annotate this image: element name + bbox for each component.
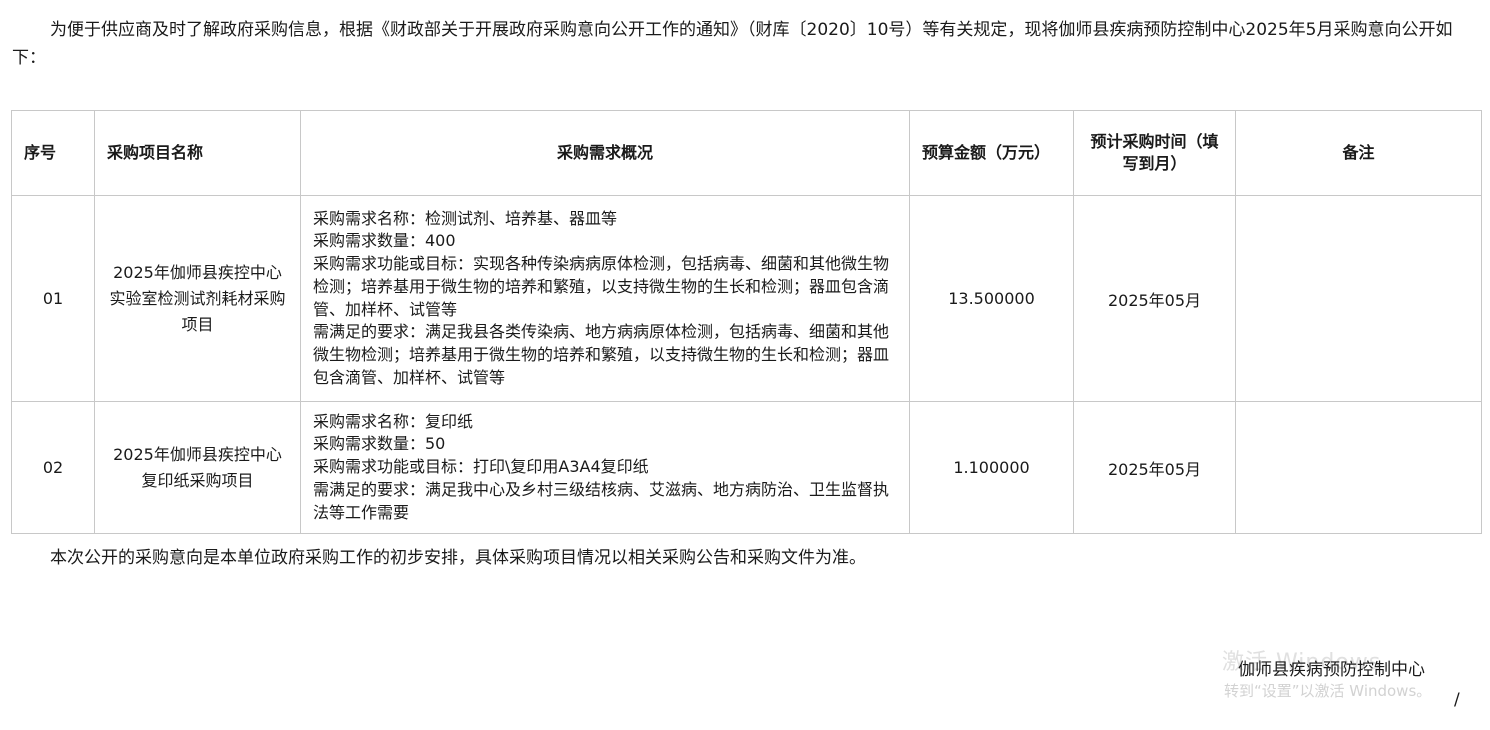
header-requirements: 采购需求概况 <box>300 110 910 196</box>
row-no: 02 <box>11 401 95 534</box>
requirement-quantity: 采购需求数量：50 <box>313 434 446 454</box>
requirement-name: 采购需求名称：复印纸 <box>313 411 474 431</box>
header-project-name: 采购项目名称 <box>94 110 301 196</box>
intro-paragraph: 为便于供应商及时了解政府采购信息，根据《财政部关于开展政府采购意向公开工作的通知… <box>12 20 1453 68</box>
row-expected-time: 2025年05月 <box>1073 401 1236 534</box>
header-expected-time: 预计采购时间（填写到月） <box>1073 110 1236 196</box>
row-remark <box>1235 401 1482 534</box>
table-row: 01 2025年伽师县疾控中心实验室检测试剂耗材采购项目 采购需求名称：检测试剂… <box>11 195 1482 402</box>
table-row: 02 2025年伽师县疾控中心复印纸采购项目 采购需求名称：复印纸 采购需求数量… <box>11 401 1482 534</box>
signature-mark: / <box>1454 690 1460 710</box>
header-budget: 预算金额（万元） <box>909 110 1074 196</box>
issuer-signature: 伽师县疾病预防控制中心 <box>1238 660 1425 680</box>
row-expected-time: 2025年05月 <box>1073 195 1236 402</box>
row-project-name: 2025年伽师县疾控中心实验室检测试剂耗材采购项目 <box>94 195 301 402</box>
table-header-row: 序号 采购项目名称 采购需求概况 预算金额（万元） 预计采购时间（填写到月） 备… <box>11 110 1482 196</box>
requirement-conditions: 需满足的要求：满足我县各类传染病、地方病病原体检测，包括病毒、细菌和其他微生物检… <box>313 322 890 387</box>
requirement-quantity: 采购需求数量：400 <box>313 231 456 251</box>
row-requirements: 采购需求名称：检测试剂、培养基、器皿等 采购需求数量：400 采购需求功能或目标… <box>300 195 910 402</box>
row-no: 01 <box>11 195 95 402</box>
header-no: 序号 <box>11 110 95 196</box>
procurement-table: 序号 采购项目名称 采购需求概况 预算金额（万元） 预计采购时间（填写到月） 备… <box>11 110 1482 534</box>
requirement-conditions: 需满足的要求：满足我中心及乡村三级结核病、艾滋病、地方病防治、卫生监督执法等工作… <box>313 479 890 522</box>
requirement-function: 采购需求功能或目标：实现各种传染病病原体检测，包括病毒、细菌和其他微生物检测；培… <box>313 254 890 319</box>
row-remark <box>1235 195 1482 402</box>
requirement-name: 采购需求名称：检测试剂、培养基、器皿等 <box>313 208 618 228</box>
row-project-name: 2025年伽师县疾控中心复印纸采购项目 <box>94 401 301 534</box>
row-requirements: 采购需求名称：复印纸 采购需求数量：50 采购需求功能或目标：打印\复印用A3A… <box>300 401 910 534</box>
row-budget: 13.500000 <box>909 195 1074 402</box>
header-remark: 备注 <box>1235 110 1482 196</box>
closing-paragraph: 本次公开的采购意向是本单位政府采购工作的初步安排，具体采购项目情况以相关采购公告… <box>50 548 866 568</box>
requirement-function: 采购需求功能或目标：打印\复印用A3A4复印纸 <box>313 457 649 477</box>
row-budget: 1.100000 <box>909 401 1074 534</box>
